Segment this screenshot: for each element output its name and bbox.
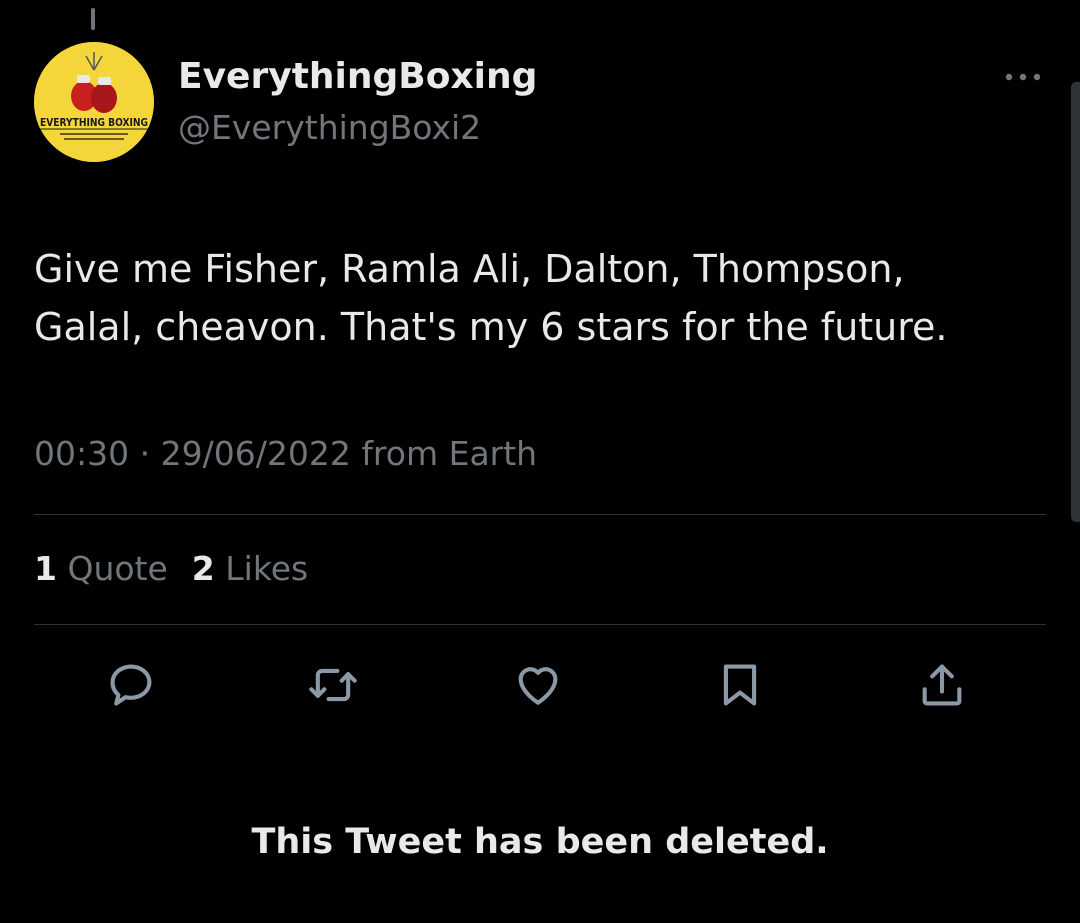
- thread-connector-line: [91, 8, 95, 30]
- heart-icon: [518, 667, 558, 705]
- avatar[interactable]: EVERYTHING BOXING: [34, 42, 154, 162]
- quotes-count: 1: [34, 549, 57, 588]
- meta-separator: ·: [139, 434, 151, 473]
- reply-button[interactable]: [103, 657, 159, 713]
- like-button[interactable]: [510, 657, 566, 713]
- likes-label: Likes: [225, 549, 309, 588]
- likes-count: 2: [191, 549, 215, 588]
- author-display-name[interactable]: EverythingBoxing: [178, 56, 537, 97]
- retweet-icon: [309, 668, 357, 702]
- share-icon: [922, 664, 962, 706]
- retweet-button[interactable]: [305, 657, 361, 713]
- likes-stat[interactable]: 2 Likes: [192, 549, 308, 588]
- quotes-stat[interactable]: 1 Quote: [34, 549, 168, 588]
- tweet-text: Give me Fisher, Ramla Ali, Dalton, Thomp…: [34, 240, 1044, 356]
- tweet-date[interactable]: 29/06/2022: [161, 434, 351, 473]
- quotes-label: Quote: [67, 549, 168, 588]
- tweet-stats: 1 Quote 2 Likes: [34, 549, 308, 588]
- tweet-time[interactable]: 00:30: [34, 434, 129, 473]
- tweet-meta: 00:30 · 29/06/2022 from Earth: [34, 434, 537, 473]
- more-options-button[interactable]: [998, 62, 1048, 92]
- divider: [34, 624, 1046, 625]
- reply-icon: [110, 664, 152, 706]
- author-handle[interactable]: @EverythingBoxi2: [178, 108, 481, 147]
- scrollbar[interactable]: [1071, 82, 1080, 522]
- more-dots-icon: [1005, 73, 1041, 81]
- bookmark-button[interactable]: [712, 657, 768, 713]
- boxing-gloves-logo-icon: EVERYTHING BOXING: [34, 42, 154, 162]
- share-button[interactable]: [914, 657, 970, 713]
- svg-text:EVERYTHING BOXING: EVERYTHING BOXING: [40, 116, 148, 129]
- deleted-notice: This Tweet has been deleted.: [251, 822, 829, 862]
- bookmark-icon: [723, 664, 757, 706]
- tweet-source: from Earth: [361, 434, 538, 473]
- divider: [34, 514, 1046, 515]
- tweet-text-line: Galal, cheavon. That's my 6 stars for th…: [34, 305, 948, 349]
- tweet-text-line: Give me Fisher, Ramla Ali, Dalton, Thomp…: [34, 247, 905, 291]
